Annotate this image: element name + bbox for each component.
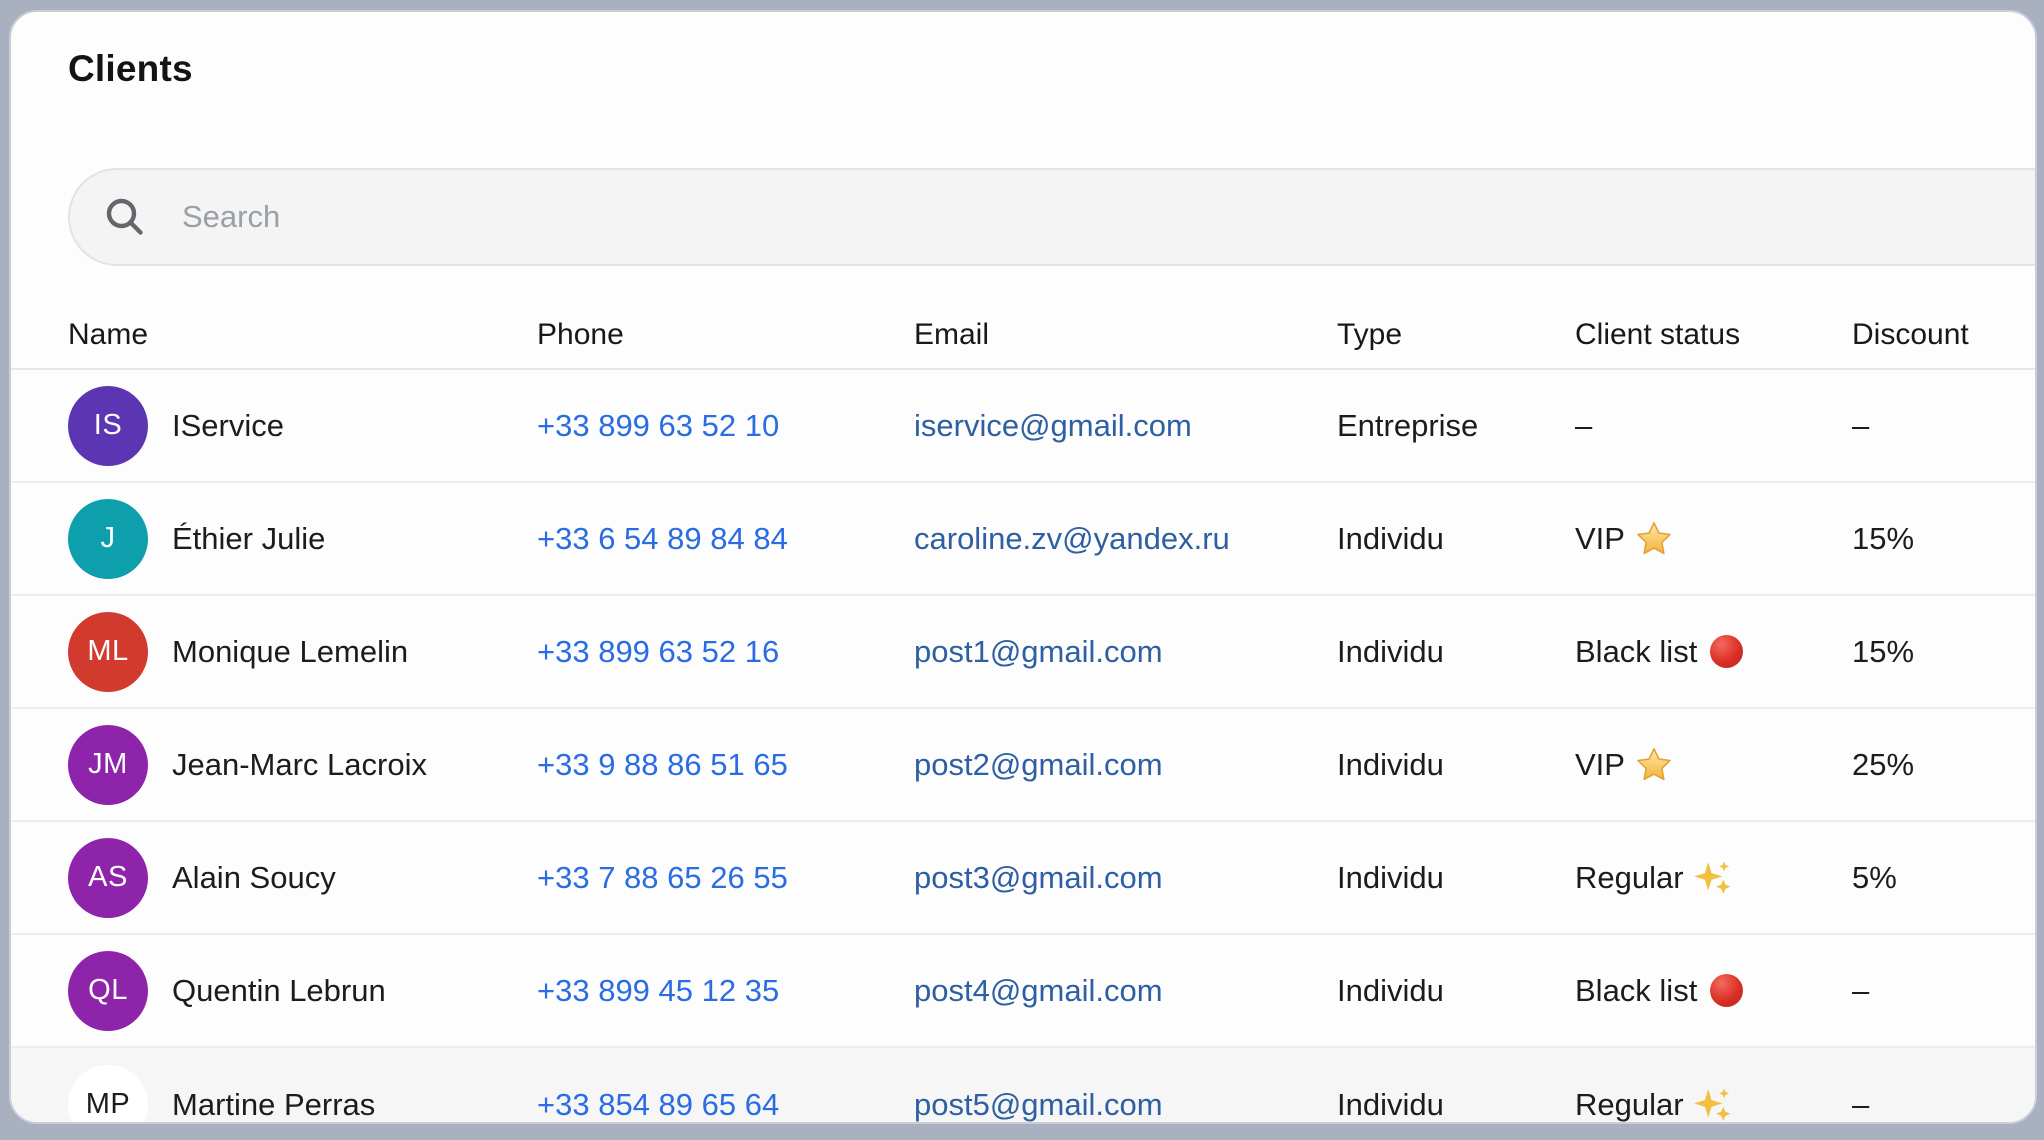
table-row[interactable]: J Éthier Julie +33 6 54 89 84 84 caroline.z… xyxy=(11,483,2035,596)
status-label: Regular xyxy=(1575,860,1684,896)
client-name: Alain Soucy xyxy=(172,860,336,896)
client-type: Individu xyxy=(1337,1087,1444,1122)
star-icon xyxy=(1635,746,1673,784)
table-body: IS IService +33 899 63 52 10 iservice@gmail… xyxy=(11,370,2035,1124)
column-header-client-status[interactable]: Client status xyxy=(1575,318,1852,352)
table-row[interactable]: MP Martine Perras +33 854 89 65 64 post5@gm… xyxy=(11,1048,2035,1124)
status-cell: Black list xyxy=(1575,972,1852,1010)
avatar: MP xyxy=(68,1065,148,1125)
phone-link[interactable]: +33 7 88 65 26 55 xyxy=(537,860,788,895)
discount-value: 15% xyxy=(1852,521,1914,556)
avatar: JM xyxy=(68,725,148,805)
email-link[interactable]: post1@gmail.com xyxy=(914,634,1163,669)
status-label: – xyxy=(1575,408,1592,444)
discount-value: 5% xyxy=(1852,860,1897,895)
status-cell: Black list xyxy=(1575,633,1852,671)
discount-value: 15% xyxy=(1852,634,1914,669)
client-name: Monique Lemelin xyxy=(172,634,408,670)
avatar: J xyxy=(68,499,148,579)
client-name: Martine Perras xyxy=(172,1087,375,1123)
phone-link[interactable]: +33 899 63 52 16 xyxy=(537,634,779,669)
star-icon xyxy=(1635,520,1673,558)
status-cell: Regular xyxy=(1575,859,1852,897)
status-label: Regular xyxy=(1575,1087,1684,1123)
search-icon xyxy=(102,194,148,240)
column-header-discount[interactable]: Discount xyxy=(1852,318,2035,352)
column-header-phone[interactable]: Phone xyxy=(537,318,914,352)
client-type: Individu xyxy=(1337,521,1444,556)
status-cell: Regular xyxy=(1575,1086,1852,1124)
status-cell: VIP xyxy=(1575,746,1852,784)
search-bar[interactable] xyxy=(68,168,2037,266)
client-name: Jean-Marc Lacroix xyxy=(172,747,427,783)
sparkles-icon xyxy=(1694,1086,1732,1124)
client-type: Individu xyxy=(1337,634,1444,669)
client-type: Entreprise xyxy=(1337,408,1478,443)
status-cell: VIP xyxy=(1575,520,1852,558)
client-type: Individu xyxy=(1337,973,1444,1008)
client-type: Individu xyxy=(1337,860,1444,895)
sparkles-icon xyxy=(1694,859,1732,897)
discount-value: – xyxy=(1852,1087,1869,1122)
avatar: ML xyxy=(68,612,148,692)
page-title: Clients xyxy=(68,48,193,90)
table-row[interactable]: IS IService +33 899 63 52 10 iservice@gmail… xyxy=(11,370,2035,483)
email-link[interactable]: post4@gmail.com xyxy=(914,973,1163,1008)
discount-value: – xyxy=(1852,408,1869,443)
client-name: IService xyxy=(172,408,284,444)
phone-link[interactable]: +33 899 45 12 35 xyxy=(537,973,779,1008)
status-label: Black list xyxy=(1575,634,1697,670)
clients-panel: Clients NamePhoneEmailTypeClient statusD… xyxy=(9,10,2037,1124)
status-cell: – xyxy=(1575,408,1852,444)
table-header: NamePhoneEmailTypeClient statusDiscount xyxy=(11,302,2035,370)
clients-table: NamePhoneEmailTypeClient statusDiscount … xyxy=(11,302,2035,1124)
email-link[interactable]: iservice@gmail.com xyxy=(914,408,1192,443)
name-cell: J Éthier Julie xyxy=(68,499,537,579)
name-cell: IS IService xyxy=(68,386,537,466)
phone-link[interactable]: +33 6 54 89 84 84 xyxy=(537,521,788,556)
column-header-type[interactable]: Type xyxy=(1337,318,1575,352)
client-name: Éthier Julie xyxy=(172,521,325,557)
avatar: QL xyxy=(68,951,148,1031)
search-input[interactable] xyxy=(70,170,2037,264)
status-label: VIP xyxy=(1575,521,1625,557)
email-link[interactable]: post5@gmail.com xyxy=(914,1087,1163,1122)
email-link[interactable]: post3@gmail.com xyxy=(914,860,1163,895)
table-row[interactable]: JM Jean-Marc Lacroix +33 9 88 86 51 65 post… xyxy=(11,709,2035,822)
red-circle-icon xyxy=(1707,972,1745,1010)
table-row[interactable]: QL Quentin Lebrun +33 899 45 12 35 post4@gm… xyxy=(11,935,2035,1048)
name-cell: MP Martine Perras xyxy=(68,1065,537,1125)
status-label: VIP xyxy=(1575,747,1625,783)
column-header-email[interactable]: Email xyxy=(914,318,1337,352)
status-label: Black list xyxy=(1575,973,1697,1009)
phone-link[interactable]: +33 9 88 86 51 65 xyxy=(537,747,788,782)
phone-link[interactable]: +33 854 89 65 64 xyxy=(537,1087,779,1122)
table-row[interactable]: AS Alain Soucy +33 7 88 65 26 55 post3@gmai… xyxy=(11,822,2035,935)
table-row[interactable]: ML Monique Lemelin +33 899 63 52 16 post1@g… xyxy=(11,596,2035,709)
name-cell: AS Alain Soucy xyxy=(68,838,537,918)
column-header-name[interactable]: Name xyxy=(68,318,537,352)
name-cell: JM Jean-Marc Lacroix xyxy=(68,725,537,805)
name-cell: QL Quentin Lebrun xyxy=(68,951,537,1031)
avatar: IS xyxy=(68,386,148,466)
client-name: Quentin Lebrun xyxy=(172,973,386,1009)
client-type: Individu xyxy=(1337,747,1444,782)
email-link[interactable]: post2@gmail.com xyxy=(914,747,1163,782)
red-circle-icon xyxy=(1707,633,1745,671)
email-link[interactable]: caroline.zv@yandex.ru xyxy=(914,521,1230,556)
discount-value: 25% xyxy=(1852,747,1914,782)
avatar: AS xyxy=(68,838,148,918)
phone-link[interactable]: +33 899 63 52 10 xyxy=(537,408,779,443)
discount-value: – xyxy=(1852,973,1869,1008)
name-cell: ML Monique Lemelin xyxy=(68,612,537,692)
